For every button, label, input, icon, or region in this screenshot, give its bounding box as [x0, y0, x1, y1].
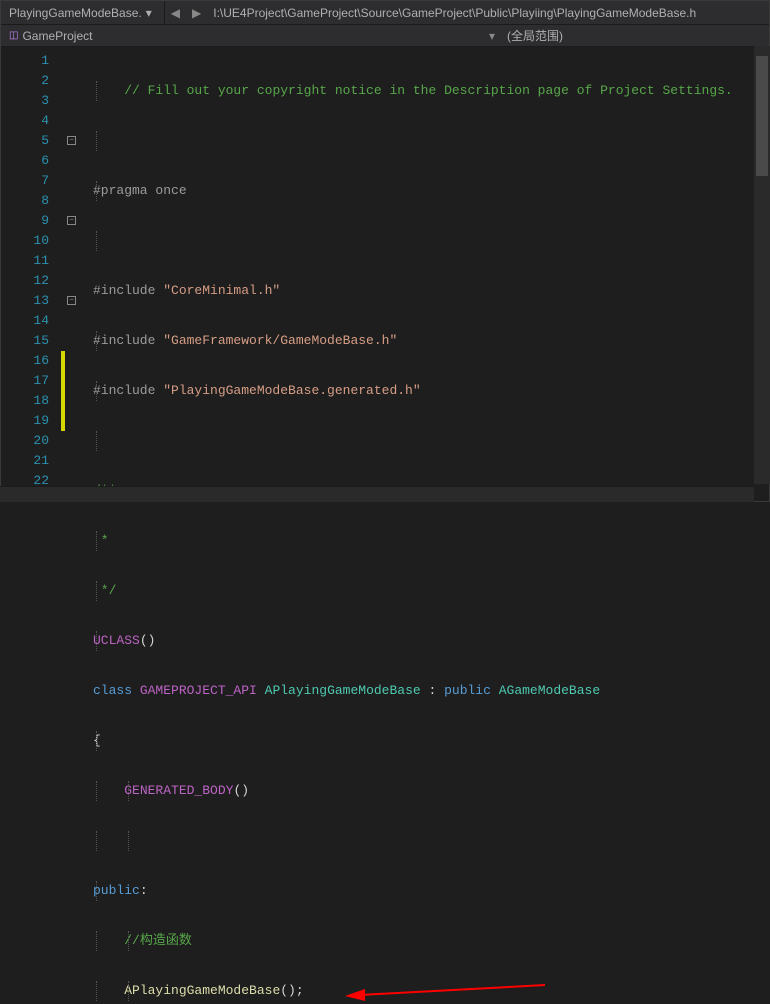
file-tab[interactable]: PlayingGameModeBase. ▾ — [1, 1, 165, 24]
scope-label[interactable]: (全局范围) — [501, 27, 569, 44]
project-name: GameProject — [22, 29, 92, 43]
toolbar: PlayingGameModeBase. ▾ ◀ ▶ I:\UE4Project… — [1, 1, 769, 25]
project-scope[interactable]: ◫ GameProject — [1, 29, 100, 43]
code-editor[interactable]: 1 2 3 4 5 6 7 8 9 10 11 12 13 14 15 16 1… — [1, 47, 769, 501]
nav-forward-button[interactable]: ▶ — [186, 6, 207, 20]
horizontal-scrollbar[interactable] — [0, 486, 754, 502]
vertical-scrollbar[interactable] — [754, 46, 770, 484]
line-number-gutter: 1 2 3 4 5 6 7 8 9 10 11 12 13 14 15 16 1… — [1, 47, 61, 501]
fold-toggle[interactable]: − — [67, 136, 76, 145]
fold-gutter: − − − — [65, 47, 85, 501]
scrollbar-thumb[interactable] — [756, 56, 768, 176]
fold-toggle[interactable]: − — [67, 296, 76, 305]
file-path[interactable]: I:\UE4Project\GameProject\Source\GamePro… — [207, 6, 769, 20]
chevron-down-icon[interactable]: ▾ — [483, 29, 501, 43]
project-icon: ◫ — [9, 30, 18, 41]
scope-bar: ◫ GameProject ▾ (全局范围) — [1, 25, 769, 47]
chevron-down-icon[interactable]: ▾ — [142, 6, 156, 20]
code-area[interactable]: // Fill out your copyright notice in the… — [85, 47, 769, 501]
nav-back-button[interactable]: ◀ — [165, 6, 186, 20]
fold-toggle[interactable]: − — [67, 216, 76, 225]
file-tab-label: PlayingGameModeBase. — [9, 6, 142, 20]
annotation-arrow-icon — [345, 983, 545, 1003]
